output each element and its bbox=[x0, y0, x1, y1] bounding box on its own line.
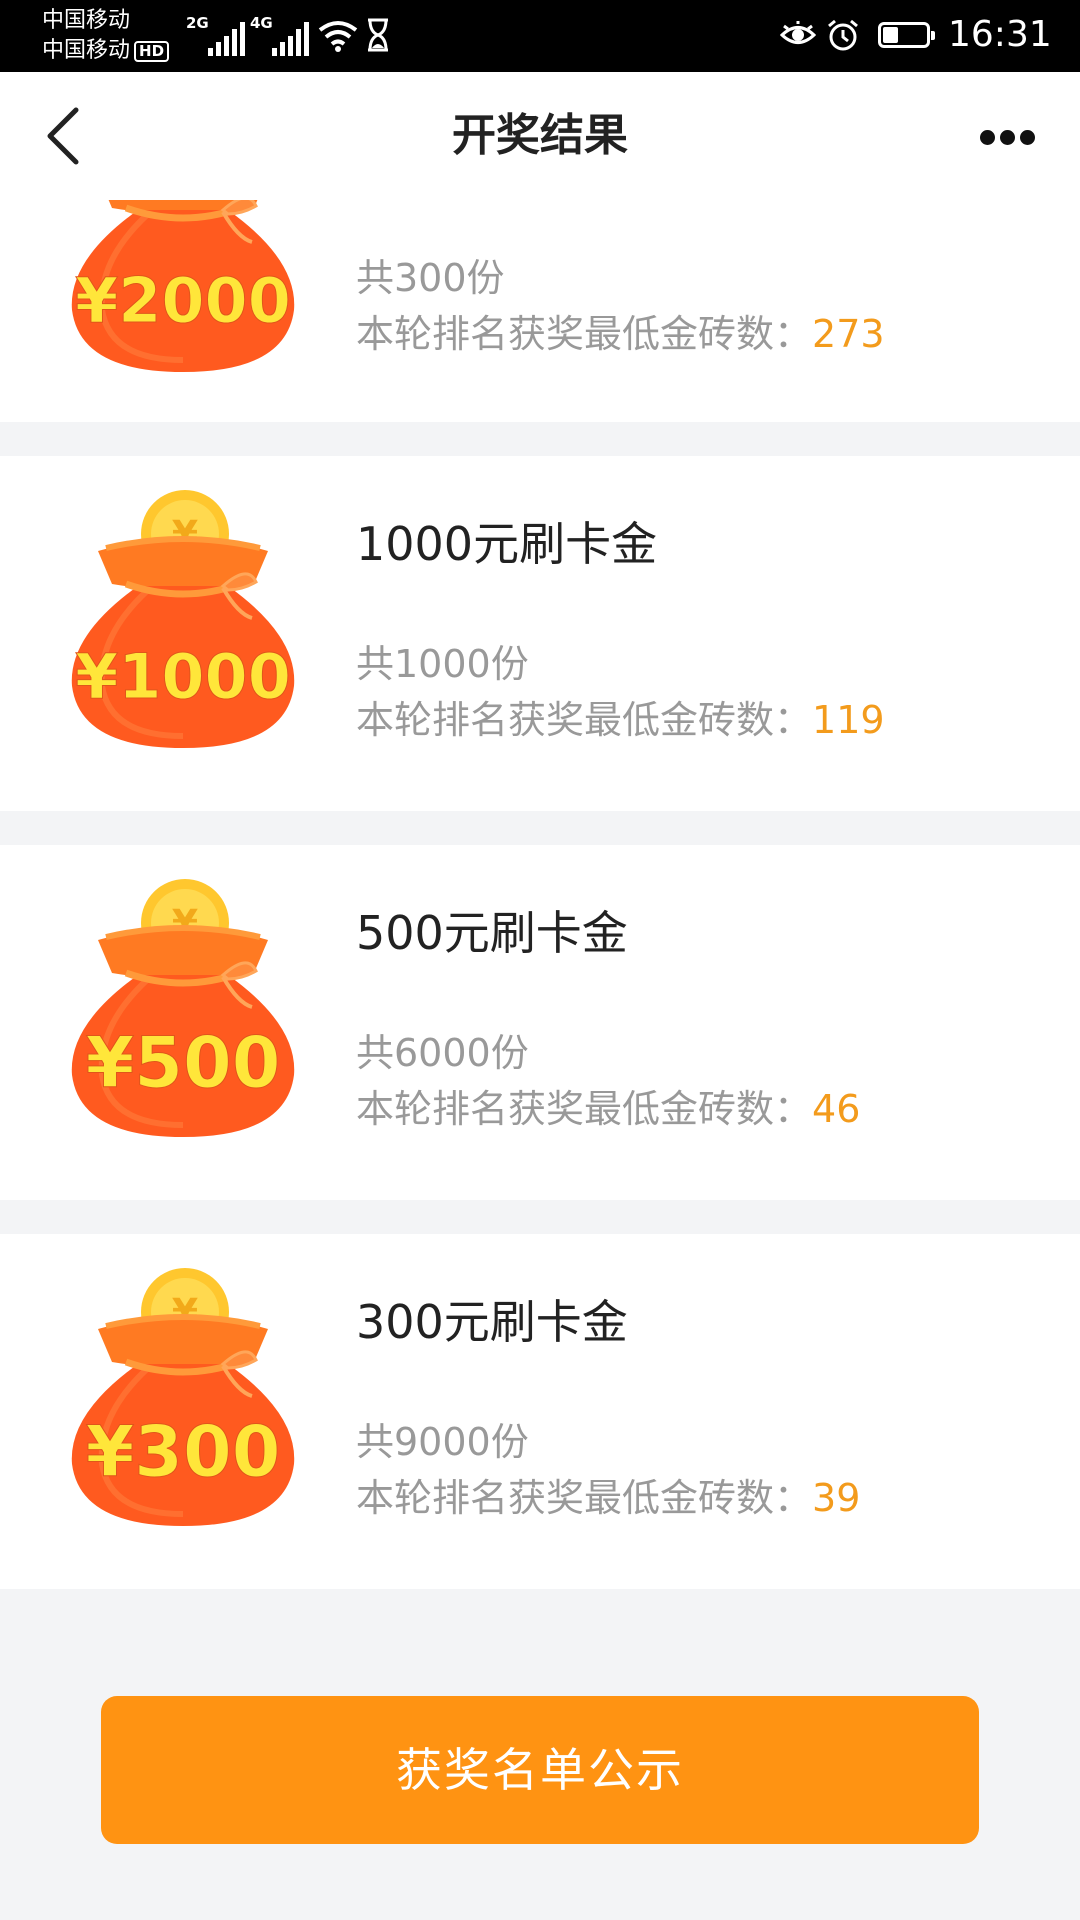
min-gold-bricks: 本轮排名获奖最低金砖数：273 bbox=[356, 308, 885, 360]
clock: 16:31 bbox=[948, 14, 1052, 55]
prize-card: ¥ ¥1000 1000元刷卡金共1000份本轮排名获奖最低金砖数：119 bbox=[0, 456, 1080, 811]
bag-amount-label: ¥1000 bbox=[75, 640, 291, 713]
alarm-icon bbox=[828, 19, 858, 51]
min-gold-bricks-value: 46 bbox=[812, 1087, 861, 1131]
carrier-2: 中国移动 bbox=[42, 38, 131, 63]
min-gold-bricks-label: 本轮排名获奖最低金砖数： bbox=[356, 1087, 813, 1131]
prize-card: ¥ ¥500 500元刷卡金共6000份本轮排名获奖最低金砖数：46 bbox=[0, 845, 1080, 1200]
min-gold-bricks-label: 本轮排名获奖最低金砖数： bbox=[356, 698, 813, 742]
min-gold-bricks-value: 273 bbox=[812, 312, 885, 356]
min-gold-bricks: 本轮排名获奖最低金砖数：39 bbox=[356, 1472, 860, 1524]
network-type-sim1: 2G bbox=[186, 14, 209, 32]
prize-name: 300元刷卡金 bbox=[356, 1295, 628, 1349]
hourglass-icon bbox=[368, 18, 388, 52]
nav-bar: 开奖结果 bbox=[0, 72, 1080, 200]
prize-quantity: 共6000份 bbox=[356, 1031, 529, 1075]
hd-badge: HD bbox=[134, 40, 170, 62]
prize-name: 1000元刷卡金 bbox=[356, 517, 658, 571]
carrier-1: 中国移动 bbox=[42, 8, 131, 33]
status-bar: 中国移动 中国移动 HD 2G 4G 16:31 bbox=[0, 0, 1080, 72]
prize-quantity: 共1000份 bbox=[356, 642, 529, 686]
bag-amount-label: ¥500 bbox=[86, 1022, 281, 1104]
network-type-sim2: 4G bbox=[250, 14, 273, 32]
prize-name: 500元刷卡金 bbox=[356, 906, 628, 960]
more-icon[interactable] bbox=[972, 128, 1040, 148]
prize-quantity: 共300份 bbox=[356, 256, 505, 300]
money-bag-icon: ¥ ¥300 bbox=[58, 1264, 308, 1534]
money-bag-icon: ¥2000 bbox=[58, 200, 308, 380]
min-gold-bricks: 本轮排名获奖最低金砖数：119 bbox=[356, 694, 885, 746]
money-bag-icon: ¥ ¥500 bbox=[58, 875, 308, 1145]
min-gold-bricks: 本轮排名获奖最低金砖数：46 bbox=[356, 1083, 860, 1135]
wifi-icon bbox=[318, 21, 358, 52]
min-gold-bricks-label: 本轮排名获奖最低金砖数： bbox=[356, 312, 813, 356]
min-gold-bricks-value: 39 bbox=[812, 1476, 861, 1520]
prize-card: ¥ ¥300 300元刷卡金共9000份本轮排名获奖最低金砖数：39 bbox=[0, 1234, 1080, 1589]
page-title: 开奖结果 bbox=[452, 110, 628, 161]
prize-quantity: 共9000份 bbox=[356, 1420, 529, 1464]
carrier-info: 中国移动 中国移动 HD bbox=[42, 6, 170, 66]
min-gold-bricks-label: 本轮排名获奖最低金砖数： bbox=[356, 1476, 813, 1520]
bag-amount-label: ¥300 bbox=[86, 1411, 281, 1493]
winner-list-button[interactable]: 获奖名单公示 bbox=[101, 1696, 979, 1844]
eye-icon bbox=[780, 21, 816, 44]
min-gold-bricks-value: 119 bbox=[812, 698, 885, 742]
bag-amount-label: ¥2000 bbox=[75, 264, 291, 337]
prize-card: ¥2000 共300份本轮排名获奖最低金砖数：273 bbox=[0, 200, 1080, 422]
money-bag-icon: ¥ ¥1000 bbox=[58, 486, 308, 756]
battery-icon bbox=[878, 22, 935, 48]
